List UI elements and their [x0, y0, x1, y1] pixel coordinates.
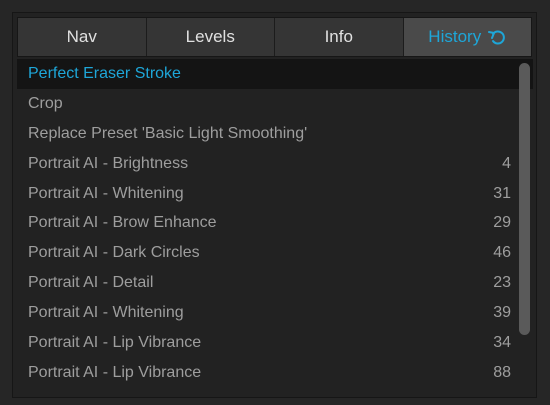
tab-nav-label: Nav: [66, 27, 97, 46]
history-item[interactable]: Portrait AI - Whitening 39: [17, 298, 533, 328]
history-item-label: Portrait AI - Whitening: [28, 184, 184, 202]
history-item-value: 31: [493, 184, 511, 202]
history-item-value: 39: [493, 304, 511, 322]
scrollbar-thumb[interactable]: [519, 63, 530, 335]
history-panel: Nav Levels Info History Perfect Eraser S…: [12, 12, 537, 398]
history-item-label: Crop: [28, 94, 63, 112]
history-item-value: 4: [502, 154, 511, 172]
history-item-value: 23: [493, 274, 511, 292]
history-item[interactable]: Crop: [17, 89, 533, 119]
history-item[interactable]: Portrait AI - Brightness 4: [17, 149, 533, 179]
history-item[interactable]: Portrait AI - Dark Circles 46: [17, 238, 533, 268]
history-item[interactable]: Portrait AI - Brow Enhance 29: [17, 208, 533, 238]
history-item-value: 46: [493, 244, 511, 262]
history-item-value: 34: [493, 333, 511, 351]
tab-history[interactable]: History: [403, 18, 531, 56]
tab-nav[interactable]: Nav: [18, 18, 147, 56]
tab-info-label: Info: [324, 27, 353, 46]
undo-arrow-icon: [488, 29, 506, 45]
tab-levels[interactable]: Levels: [146, 18, 275, 56]
history-item[interactable]: Replace Preset 'Basic Light Smoothing': [17, 119, 533, 149]
history-item-label: Portrait AI - Brightness: [28, 154, 189, 172]
history-item[interactable]: Portrait AI - Whitening 31: [17, 179, 533, 209]
history-item-label: Portrait AI - Detail: [28, 274, 154, 292]
history-item[interactable]: Portrait AI - Lip Vibrance 34: [17, 328, 533, 358]
history-item-label: Portrait AI - Brow Enhance: [28, 214, 217, 232]
history-item-label: Portrait AI - Lip Vibrance: [28, 363, 202, 381]
history-item-label: Replace Preset 'Basic Light Smoothing': [28, 124, 308, 142]
tab-info[interactable]: Info: [275, 18, 404, 56]
history-item-label: Portrait AI - Dark Circles: [28, 244, 200, 262]
history-item-label: Perfect Eraser Stroke: [28, 64, 181, 82]
history-item[interactable]: Portrait AI - Detail 23: [17, 268, 533, 298]
history-item-label: Portrait AI - Lip Vibrance: [28, 333, 202, 351]
history-list: Perfect Eraser Stroke Crop Replace Prese…: [17, 59, 533, 393]
history-item-value: 29: [493, 214, 511, 232]
tab-history-label: History: [428, 27, 482, 46]
history-item[interactable]: Portrait AI - Lip Vibrance 88: [17, 358, 533, 388]
history-item-value: 88: [493, 363, 511, 381]
tab-levels-label: Levels: [185, 27, 235, 46]
tab-bar: Nav Levels Info History: [17, 17, 532, 57]
history-item[interactable]: Perfect Eraser Stroke: [17, 59, 533, 89]
history-item-label: Portrait AI - Whitening: [28, 304, 184, 322]
